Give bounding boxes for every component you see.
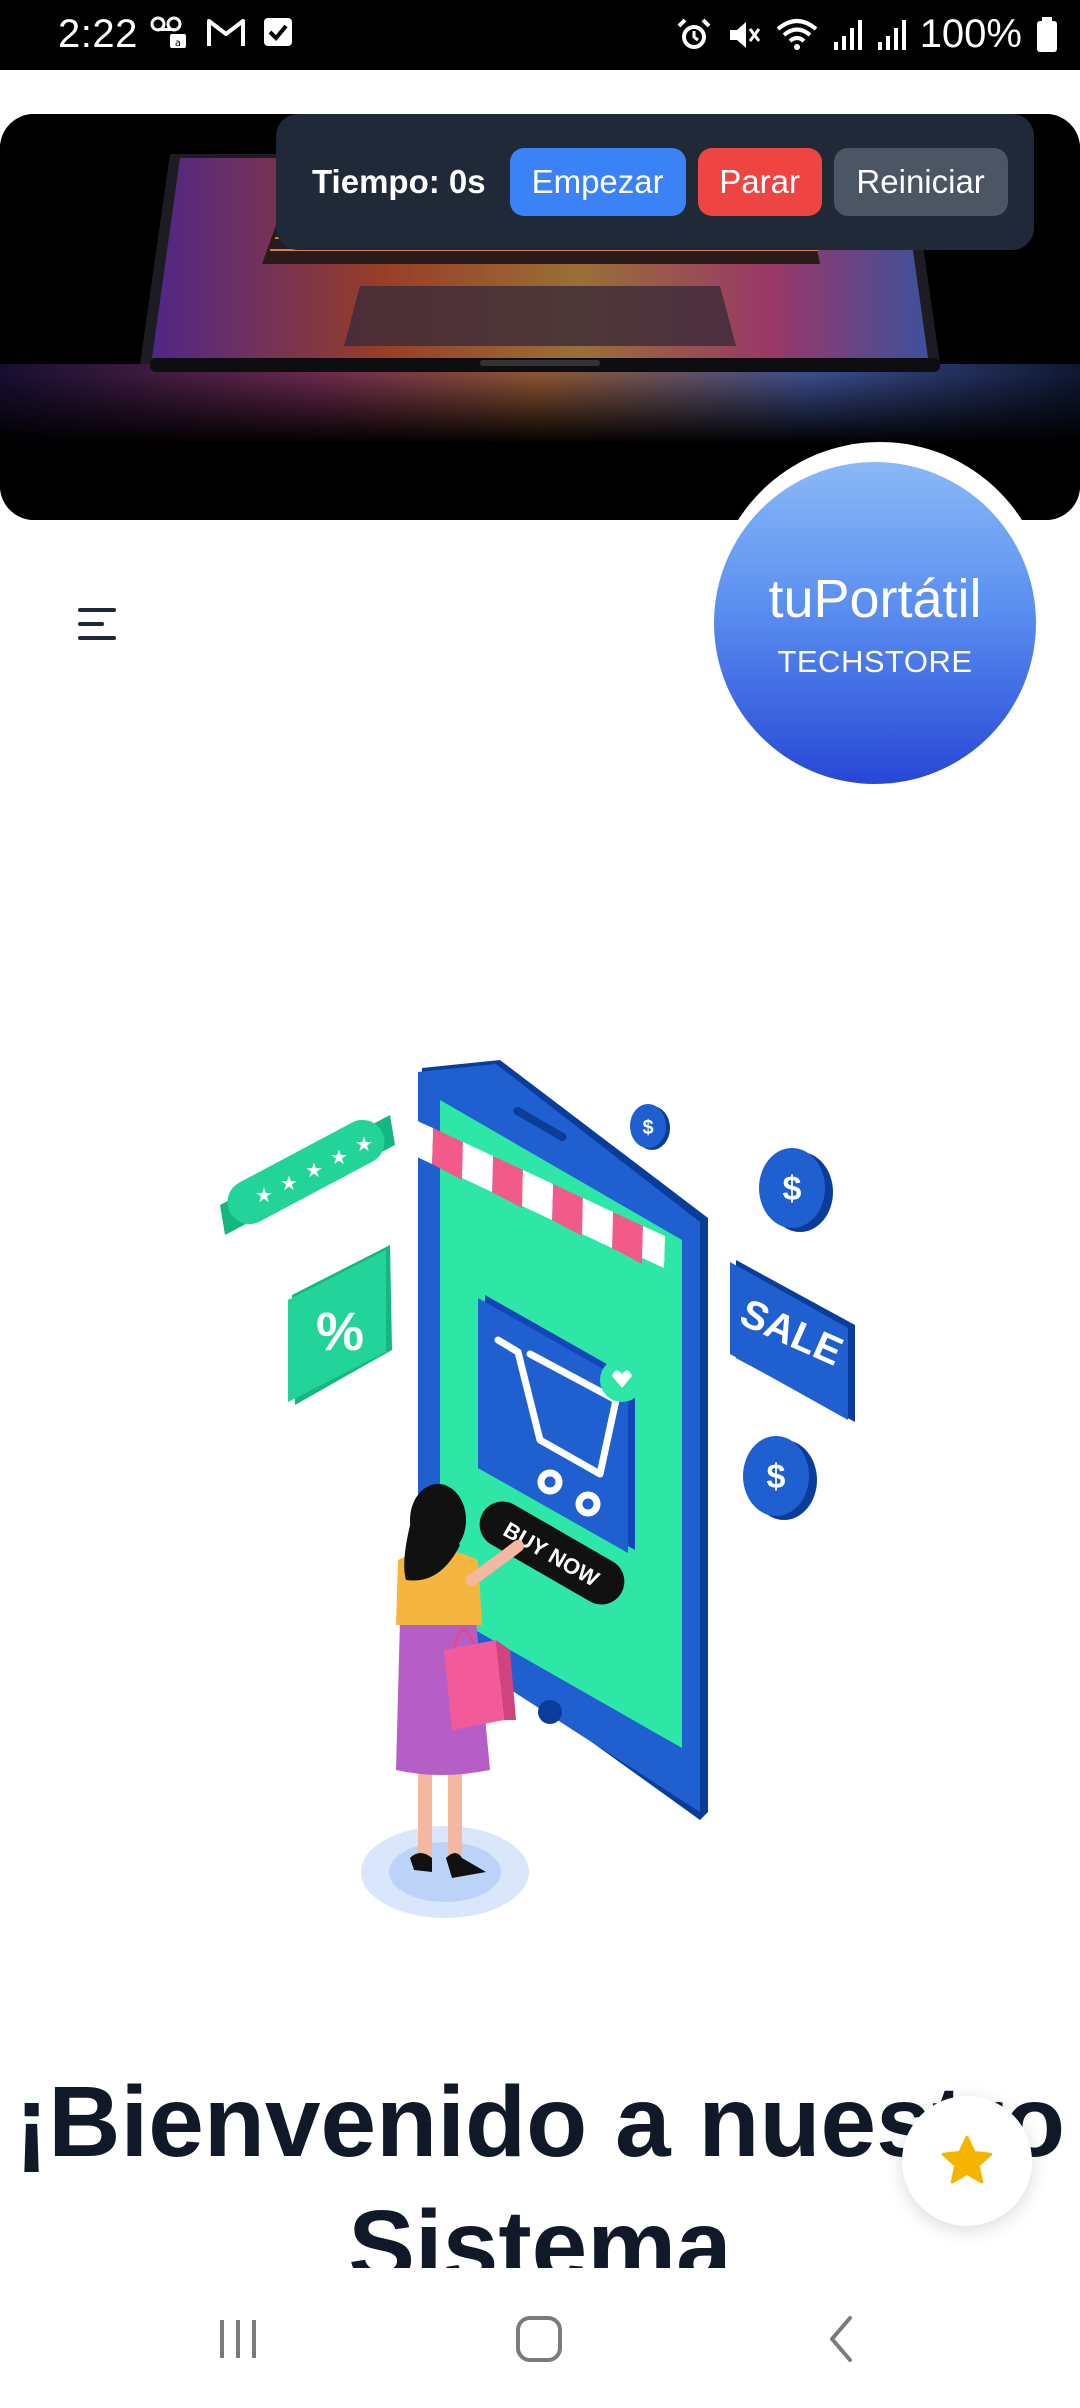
star-5-icon: ★ (355, 1132, 373, 1156)
sale-bubble: SALE (730, 1260, 855, 1422)
percent-bubble: % (288, 1245, 392, 1405)
percent-text: % (316, 1302, 364, 1362)
star-3-icon: ★ (305, 1158, 323, 1182)
home-icon[interactable] (514, 2310, 566, 2368)
status-time: 2:22 (58, 12, 138, 56)
status-left-icons: a (150, 14, 294, 50)
timer-label: Tiempo: 0s (312, 163, 486, 200)
coin-top: $ (759, 1148, 833, 1232)
reset-button[interactable]: Reiniciar (833, 148, 1008, 216)
checkbox-app-icon (264, 18, 292, 46)
battery-percent: 100% (919, 12, 1022, 56)
rating-bubble: ★ ★ ★ ★ ★ (220, 1115, 395, 1235)
mute-icon (729, 21, 760, 48)
signal-icon (833, 19, 862, 50)
back-icon[interactable] (822, 2310, 862, 2368)
coin-top-text: $ (783, 1170, 802, 1208)
svg-text:a: a (175, 38, 181, 49)
favorite-fab-button[interactable] (902, 2096, 1032, 2226)
star-2-icon: ★ (280, 1171, 298, 1195)
shopping-illustration: BUY NOW ★ ★ ★ ★ ★ % SALE $ $ $ (220, 1060, 855, 1918)
status-right-icons: 100% (676, 12, 1058, 57)
coin-bottom: $ (743, 1436, 817, 1520)
star-icon (941, 2135, 993, 2184)
coin-bottom-text: $ (767, 1458, 786, 1496)
status-bar: 2:22 a 100% (0, 0, 1080, 70)
star-1-icon: ★ (255, 1183, 273, 1207)
signal-icon-2 (877, 19, 906, 50)
logo-title: tuPortátil (768, 569, 982, 629)
alarm-icon (677, 18, 711, 49)
hamburger-menu-icon[interactable] (74, 604, 122, 644)
voicemail-lock-icon: a (150, 16, 186, 49)
timer-panel: Tiempo: 0s Empezar Parar Reiniciar (276, 114, 1034, 250)
logo-subtitle: TECHSTORE (777, 644, 973, 679)
recent-apps-icon[interactable] (214, 2310, 262, 2368)
start-button[interactable]: Empezar (509, 148, 686, 216)
stop-button[interactable]: Parar (697, 148, 822, 216)
gmail-icon (207, 19, 245, 46)
system-nav-bar (0, 2268, 1080, 2408)
coin-small-text: $ (642, 1117, 653, 1139)
star-4-icon: ★ (330, 1145, 348, 1169)
coin-small: $ (630, 1104, 670, 1150)
screen: 2:22 a 100% Tiempo: 0s Empezar Parar Rei… (0, 0, 1080, 2408)
wifi-icon (776, 18, 817, 50)
brand-logo[interactable]: tuPortátil TECHSTORE (714, 462, 1036, 784)
battery-icon (1037, 16, 1057, 52)
